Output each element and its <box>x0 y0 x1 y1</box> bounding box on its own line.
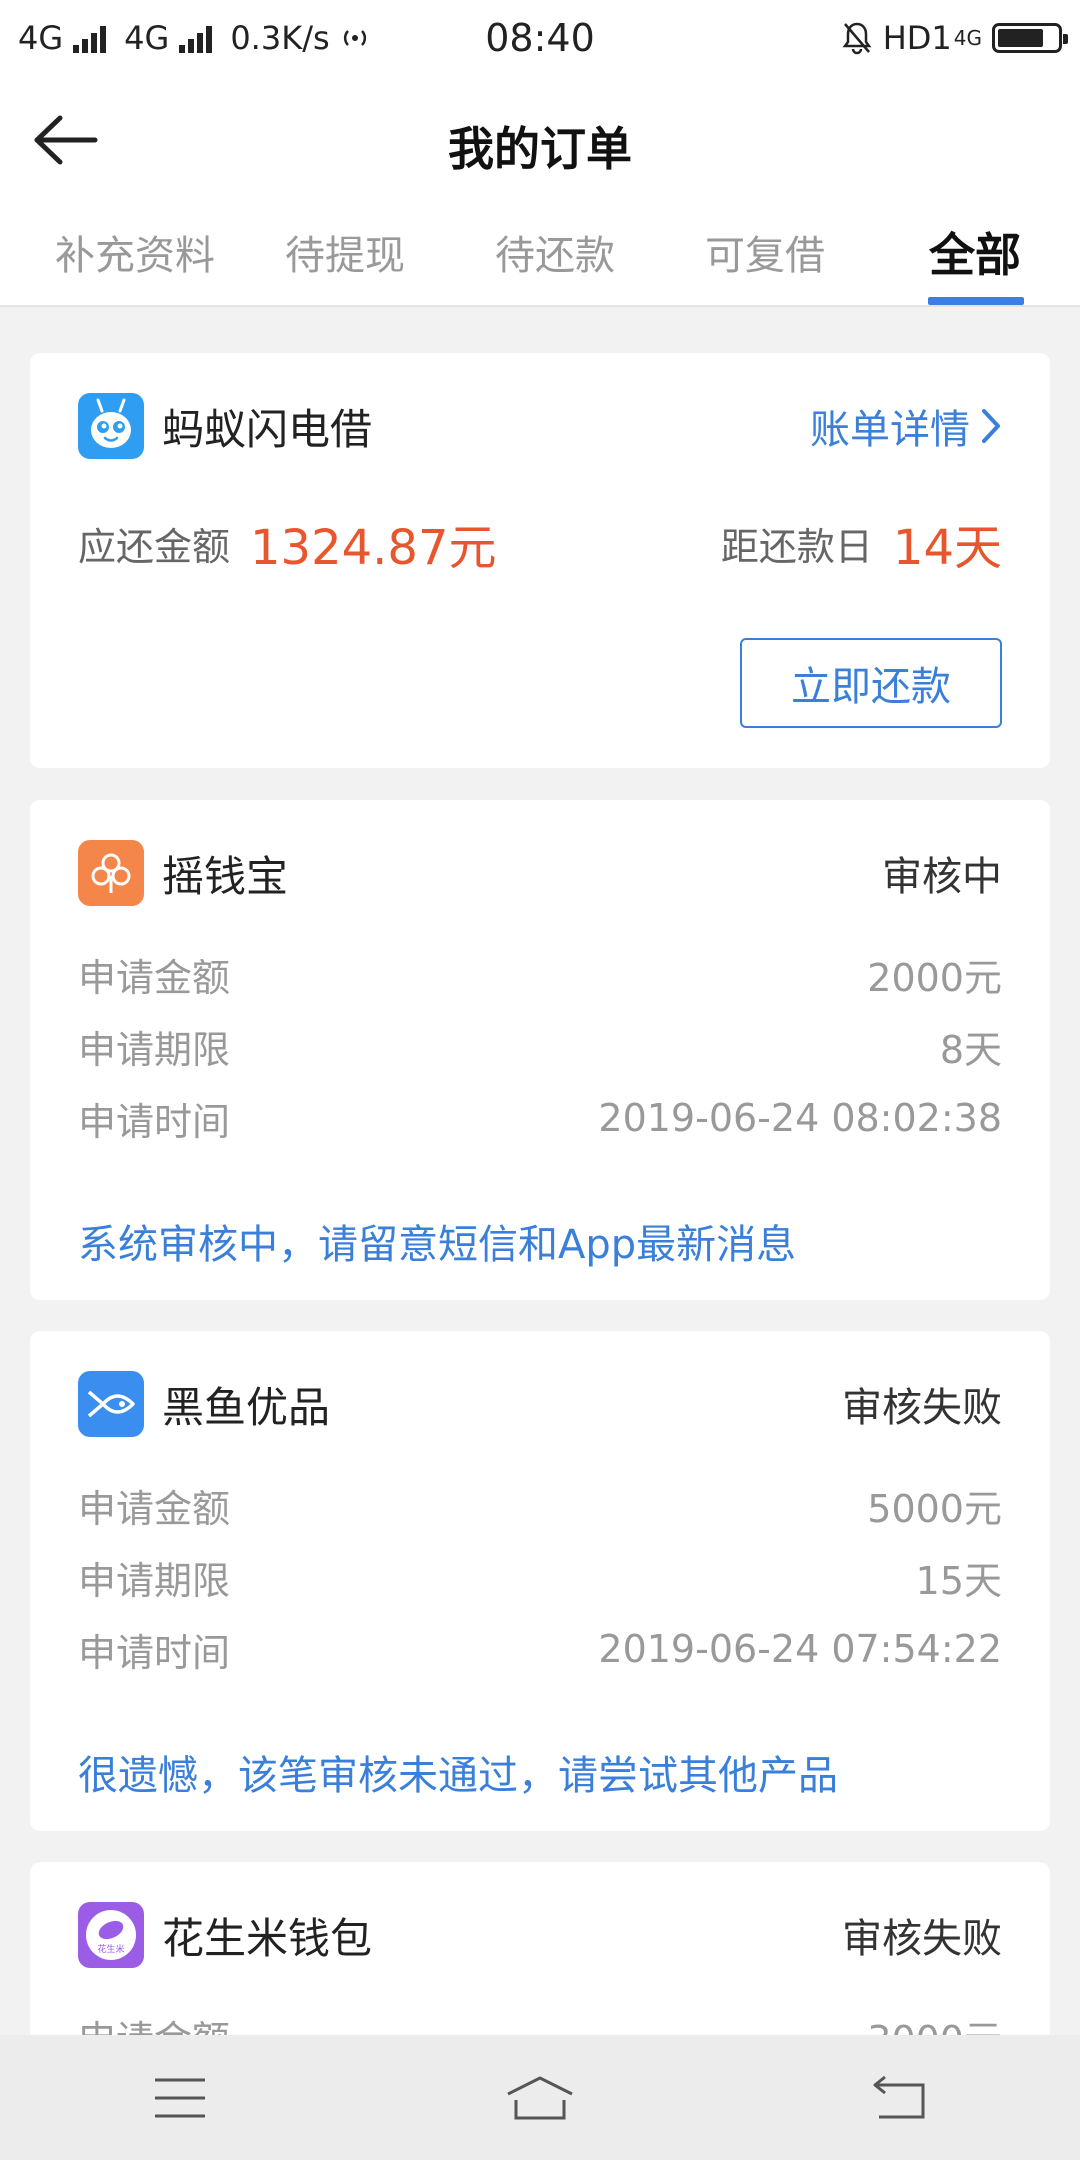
brand-name: 摇钱宝 <box>162 851 289 901</box>
detail-value: 5000元 <box>867 1486 1002 1531</box>
detail-label: 申请时间 <box>78 1630 231 1675</box>
due-days-label: 距还款日 <box>720 524 873 569</box>
detail-value: 15天 <box>915 1558 1002 1603</box>
order-card-reviewing: 摇钱宝 审核中 申请金额 2000元 申请期限 8天 申请时间 2019-06-… <box>30 800 1050 1300</box>
brand: 摇钱宝 <box>78 840 288 906</box>
order-card-repay: 蚂蚁闪电借 账单详情 应还金额 1324.87元 距还款日 14天 立即还款 <box>30 353 1050 768</box>
status-badge: 审核中 <box>882 854 1002 900</box>
detail-label: 申请时间 <box>78 1099 231 1144</box>
bill-detail-link[interactable]: 账单详情 <box>810 397 1002 455</box>
card-header: 黑鱼优品 审核失败 <box>78 1371 1002 1437</box>
card-header: 花生米 花生米钱包 审核失败 <box>78 1902 1002 1968</box>
detail-value: 8天 <box>939 1027 1002 1072</box>
tab-pending-withdraw[interactable]: 待提现 <box>260 223 430 281</box>
due-row: 应还金额 1324.87元 距还款日 14天 <box>78 513 1002 576</box>
fish-icon <box>78 1371 144 1437</box>
peanut-logo-text: 花生米 <box>97 1943 124 1955</box>
status-bar: 4G 4G 0.3K/s 08:40 HD1 4G <box>0 0 1080 75</box>
network-speed: 0.3K/s <box>230 18 330 57</box>
tab-all[interactable]: 全部 <box>890 219 1060 285</box>
brand-name: 黑鱼优品 <box>162 1382 331 1432</box>
detail-value: 2019-06-24 08:02:38 <box>598 1096 1002 1140</box>
network-label-1: 4G <box>18 18 64 57</box>
detail-value: 2019-06-24 07:54:22 <box>598 1627 1002 1671</box>
brand-name: 花生米钱包 <box>162 1913 373 1963</box>
status-bar-right: HD1 4G <box>841 18 1068 57</box>
battery-icon <box>992 22 1068 53</box>
order-details: 申请金额 2000元 申请期限 8天 申请时间 2019-06-24 08:02… <box>78 938 1002 1154</box>
chevron-right-icon <box>982 409 1000 443</box>
clover-icon <box>78 840 144 906</box>
card-header: 蚂蚁闪电借 账单详情 <box>78 393 1002 459</box>
card-header: 摇钱宝 审核中 <box>78 840 1002 906</box>
due-days-group: 距还款日 14天 <box>721 508 1002 578</box>
detail-row-amount: 申请金额 5000元 <box>78 1469 1002 1541</box>
due-days-value: 14天 <box>892 520 1002 576</box>
signal-icon <box>73 23 107 53</box>
detail-label: 申请期限 <box>78 1558 231 1603</box>
bill-detail-label: 账单详情 <box>810 407 970 453</box>
order-note: 很遗憾，该笔审核未通过，请尝试其他产品 <box>78 1753 838 1799</box>
hd-indicator: HD1 <box>882 18 952 57</box>
status-badge: 审核失败 <box>842 1385 1002 1431</box>
tab-pending-repay[interactable]: 待还款 <box>470 223 640 281</box>
signal-icon <box>179 23 213 53</box>
brand: 黑鱼优品 <box>78 1371 330 1437</box>
detail-label: 申请金额 <box>78 955 231 1000</box>
order-note: 系统审核中，请留意短信和App最新消息 <box>78 1222 797 1268</box>
brand: 花生米 花生米钱包 <box>78 1902 372 1968</box>
tab-supplement[interactable]: 补充资料 <box>50 223 220 281</box>
nav-menu-button[interactable] <box>110 2048 250 2148</box>
nav-home-button[interactable] <box>470 2048 610 2148</box>
order-details: 申请金额 5000元 申请期限 15天 申请时间 2019-06-24 07:5… <box>78 1469 1002 1685</box>
detail-row-term: 申请期限 15天 <box>78 1541 1002 1613</box>
page-title: 我的订单 <box>448 122 632 176</box>
detail-row-time: 申请时间 2019-06-24 08:02:38 <box>78 1082 1002 1154</box>
network-label-2: 4G <box>124 18 170 57</box>
app: 4G 4G 0.3K/s 08:40 HD1 4G 我的订单 补充资料 待提现 … <box>0 0 1080 2160</box>
detail-value: 2000元 <box>867 955 1002 1000</box>
brand-name: 蚂蚁闪电借 <box>162 404 373 454</box>
tab-active-indicator <box>928 297 1024 305</box>
tab-reborrow[interactable]: 可复借 <box>680 223 850 281</box>
network-small-label: 4G <box>953 25 982 50</box>
tab-bar: 补充资料 待提现 待还款 可复借 全部 <box>0 205 1080 307</box>
brand: 蚂蚁闪电借 <box>78 393 372 459</box>
hotspot-icon <box>343 29 366 46</box>
detail-label: 申请金额 <box>78 1486 231 1531</box>
status-bar-left: 4G 4G 0.3K/s <box>18 19 370 57</box>
detail-row-term: 申请期限 8天 <box>78 1010 1002 1082</box>
due-amount-value: 1324.87元 <box>250 520 497 576</box>
status-badge: 审核失败 <box>842 1916 1002 1962</box>
menu-icon <box>155 2078 205 2117</box>
system-nav-bar <box>0 2035 1080 2160</box>
due-amount-label: 应还金额 <box>78 524 231 569</box>
peanut-icon: 花生米 <box>78 1902 144 1968</box>
order-card-failed: 黑鱼优品 审核失败 申请金额 5000元 申请期限 15天 申请时间 2019-… <box>30 1331 1050 1831</box>
bell-mute-icon <box>842 22 872 54</box>
detail-label: 申请期限 <box>78 1027 231 1072</box>
repay-now-button[interactable]: 立即还款 <box>740 638 1002 728</box>
back-icon <box>873 2075 925 2118</box>
header: 我的订单 <box>0 75 1080 205</box>
detail-row-time: 申请时间 2019-06-24 07:54:22 <box>78 1613 1002 1685</box>
due-amount-group: 应还金额 1324.87元 <box>78 508 497 578</box>
detail-row-amount: 申请金额 2000元 <box>78 938 1002 1010</box>
home-icon <box>507 2076 573 2119</box>
ant-mascot-icon <box>78 393 144 459</box>
nav-back-button[interactable] <box>830 2048 970 2148</box>
